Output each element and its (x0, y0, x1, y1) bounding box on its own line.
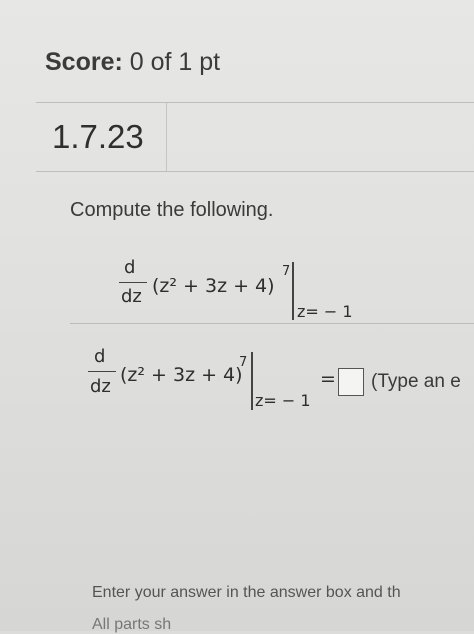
evaluation-point: z= − 1 (255, 391, 311, 410)
derivative-denominator: dz (90, 376, 111, 397)
footer-cutoff-text: All parts sh (92, 616, 172, 633)
answer-instruction: Enter your answer in the answer box and … (92, 584, 401, 601)
homework-page: Score: 0 of 1 pt 1.7.23 Compute the foll… (0, 0, 474, 633)
equals-sign: = (320, 368, 336, 390)
answer-hint: (Type an e (371, 371, 461, 392)
evaluation-bar (292, 262, 294, 320)
function-expression: (z² + 3z + 4) (120, 364, 243, 386)
question-prompt: Compute the following. (70, 199, 274, 221)
fraction-bar (119, 282, 147, 283)
evaluation-bar (251, 352, 253, 410)
score-label: Score: (45, 48, 123, 76)
exponent: 7 (239, 355, 248, 370)
divider (36, 171, 474, 172)
evaluation-point: z= − 1 (297, 302, 353, 321)
exponent: 7 (282, 264, 291, 279)
function-expression: (z² + 3z + 4) (152, 275, 275, 297)
fraction-bar (88, 371, 116, 372)
divider (70, 323, 474, 324)
derivative-denominator: dz (121, 286, 142, 307)
score-value: 0 of 1 pt (129, 48, 221, 76)
answer-input-box[interactable] (338, 368, 364, 396)
derivative-numerator: d (124, 257, 136, 278)
question-number: 1.7.23 (52, 118, 144, 155)
score-display: Score: 0 of 1 pt (45, 48, 220, 77)
derivative-numerator: d (94, 346, 106, 367)
